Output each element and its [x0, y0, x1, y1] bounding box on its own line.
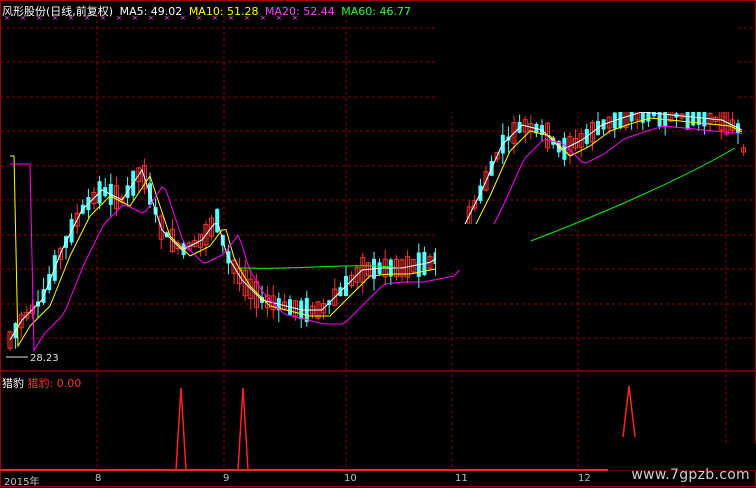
x-label-year: 2015年 — [4, 477, 40, 488]
occlusion-top — [436, 14, 736, 112]
occlusion-left — [436, 224, 531, 270]
ma20-label: MA20: 52.44 — [265, 5, 335, 18]
indicator-name[interactable]: 猎豹 — [2, 377, 24, 390]
chart-canvas: × × × × × × × × × × × × × × × × × × × — [0, 0, 756, 487]
ma5-line — [9, 111, 743, 341]
chart-header: 风形股份(日线,前复权) MA5: 49.02 MA10: 51.28 MA20… — [2, 3, 414, 19]
ma60-label: MA60: 46.77 — [341, 5, 411, 18]
x-label-month-10: 10 — [344, 473, 357, 484]
ma20-line — [10, 125, 743, 353]
indicator-value: 猎豹: 0.00 — [27, 377, 82, 390]
x-label-month-9: 9 — [223, 473, 230, 484]
indicator-spike — [622, 385, 636, 438]
x-label-month-8: 8 — [95, 473, 102, 484]
indicator-spike — [237, 387, 249, 471]
ma10-label: MA10: 51.28 — [188, 5, 259, 18]
indicator-header: 猎豹 猎豹: 0.00 — [2, 375, 81, 391]
watermark: www.7gpzb.com — [631, 467, 750, 483]
x-label-month-12: 12 — [578, 473, 591, 484]
ma5-label: MA5: 49.02 — [119, 5, 183, 18]
x-label-month-11: 11 — [455, 473, 468, 484]
low-price-label: 28.23 — [30, 353, 59, 364]
stock-title[interactable]: 风形股份(日线,前复权) — [2, 5, 113, 18]
ma10-line — [10, 117, 743, 348]
indicator-spike — [175, 387, 187, 471]
candle-body — [215, 209, 220, 233]
